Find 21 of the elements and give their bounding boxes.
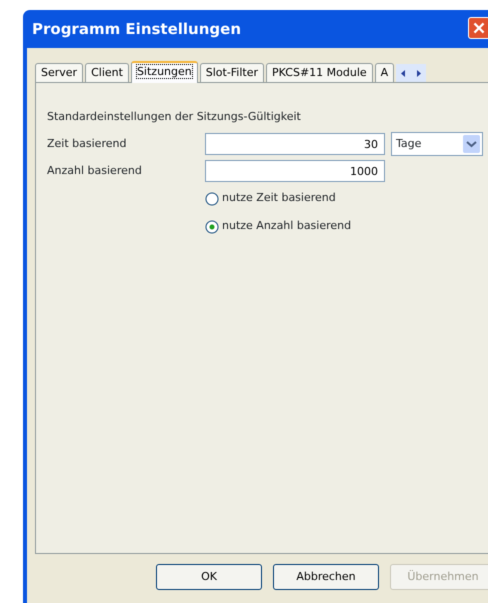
dialog-button[interactable]: Abbrechen: [273, 564, 379, 590]
dialog-button[interactable]: OK: [156, 564, 262, 590]
tab[interactable]: PKCS#11 Module: [266, 63, 373, 82]
tab[interactable]: Server: [35, 63, 84, 82]
window-title: Programm Einstellungen: [32, 18, 242, 40]
radio-option[interactable]: nutze Zeit basierend: [205, 184, 488, 212]
section-heading: Standardeinstellungen der Sitzungs-Gültigkeit: [47, 109, 302, 125]
field-label: Zeit basierend: [47, 136, 128, 152]
tab[interactable]: A: [374, 63, 394, 82]
unit-dropdown[interactable]: Tage: [391, 132, 483, 156]
scroll-right-icon[interactable]: [414, 68, 424, 78]
tab[interactable]: Client: [85, 63, 129, 82]
radio-option[interactable]: nutze Anzahl basierend: [205, 212, 488, 240]
input-field[interactable]: 30: [205, 133, 385, 155]
input-field[interactable]: 1000: [205, 160, 385, 182]
tab[interactable]: Slot-Filter: [200, 63, 264, 82]
radio-button[interactable]: [205, 220, 219, 234]
radio-button[interactable]: [205, 192, 219, 206]
field-label: Anzahl basierend: [47, 162, 143, 179]
close-icon[interactable]: [468, 17, 488, 39]
tab[interactable]: Sitzungen: [130, 61, 198, 83]
